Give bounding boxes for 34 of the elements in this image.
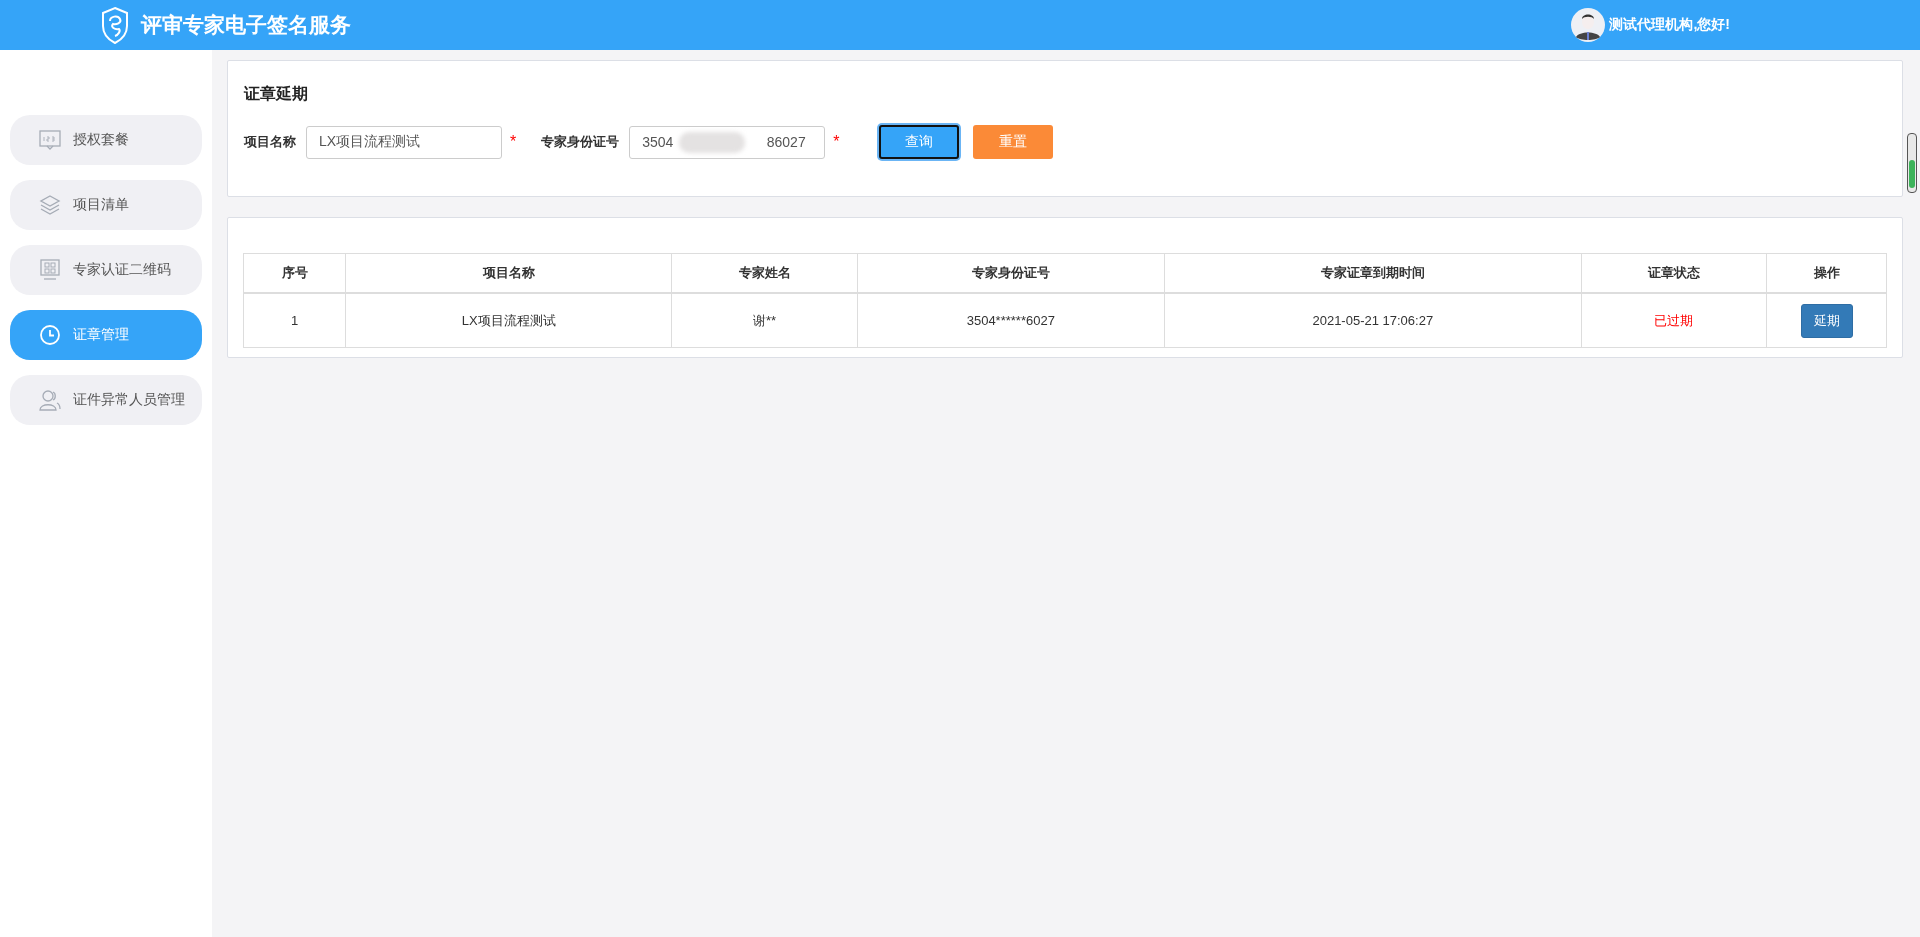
required-mark: * bbox=[510, 133, 517, 151]
extend-button[interactable]: 延期 bbox=[1800, 303, 1853, 338]
clock-icon bbox=[39, 324, 61, 346]
users-icon bbox=[39, 389, 61, 411]
app-title: 评审专家电子签名服务 bbox=[141, 12, 351, 38]
sidebar-item[interactable]: 专家认证二维码 bbox=[10, 245, 202, 295]
column-header: 操作 bbox=[1766, 253, 1887, 293]
layers-icon bbox=[39, 194, 61, 216]
shield-logo-icon bbox=[101, 6, 129, 44]
sidebar-item[interactable]: 证件异常人员管理 bbox=[10, 375, 202, 425]
avatar-icon bbox=[1571, 8, 1606, 42]
column-header: 项目名称 bbox=[345, 253, 672, 293]
qr-code-icon bbox=[39, 259, 61, 281]
scrollbar[interactable] bbox=[1907, 133, 1917, 193]
table-cell: LX项目流程测试 bbox=[345, 293, 672, 348]
column-header: 专家证章到期时间 bbox=[1164, 253, 1582, 293]
user-greeting: 测试代理机构,您好! bbox=[1609, 16, 1730, 34]
column-header: 专家姓名 bbox=[671, 253, 858, 293]
panel-title: 证章延期 bbox=[244, 84, 309, 104]
field-label: 专家身份证号 bbox=[541, 133, 620, 151]
table-cell: 谢** bbox=[671, 293, 858, 348]
sidebar-item[interactable]: 授权套餐 bbox=[10, 115, 202, 165]
table-cell: 2021-05-21 17:06:27 bbox=[1164, 293, 1582, 348]
sidebar-item[interactable]: 项目清单 bbox=[10, 180, 202, 230]
input-field[interactable]: LX项目流程测试 bbox=[306, 125, 502, 159]
table-cell: 3504******6027 bbox=[857, 293, 1165, 348]
required-mark: * bbox=[833, 133, 840, 151]
table-cell: 1 bbox=[243, 293, 346, 348]
column-header: 专家身份证号 bbox=[857, 253, 1165, 293]
column-header: 证章状态 bbox=[1581, 253, 1767, 293]
status-cell: 已过期 bbox=[1581, 293, 1767, 348]
counter-icon bbox=[39, 129, 61, 151]
field-label: 项目名称 bbox=[244, 133, 296, 151]
column-header: 序号 bbox=[243, 253, 346, 293]
